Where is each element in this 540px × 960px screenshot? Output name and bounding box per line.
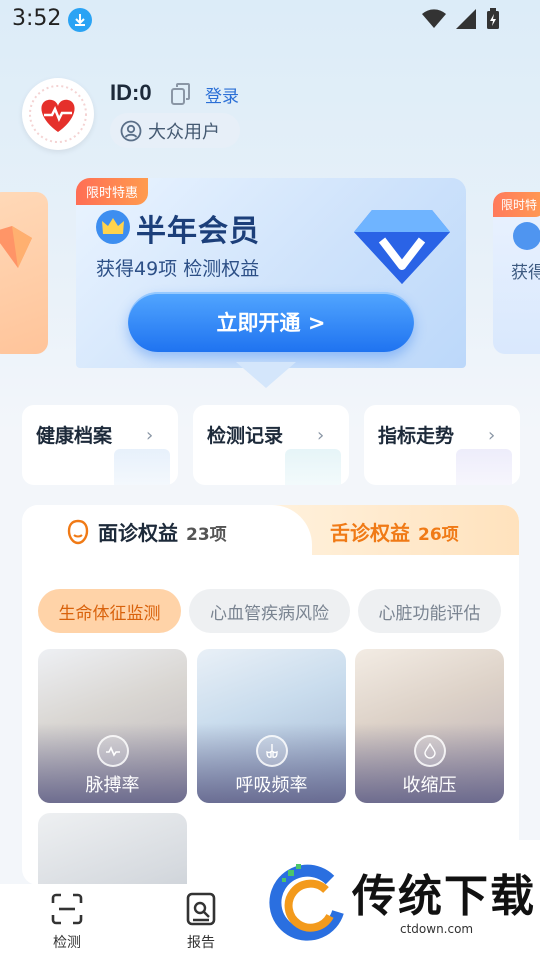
avatar[interactable] <box>22 78 94 150</box>
health-records-entry[interactable]: 健康档案 › <box>22 405 178 485</box>
indicator-trend-entry[interactable]: 指标走势 › <box>364 405 520 485</box>
card-pointer <box>236 362 296 388</box>
membership-card-next[interactable]: 限时特 获得 <box>493 192 540 354</box>
metric-card-respiration[interactable]: 呼吸频率 <box>197 649 346 803</box>
gem-icon <box>0 226 32 268</box>
lungs-icon <box>256 735 288 767</box>
chip-vital-signs[interactable]: 生命体征监测 <box>38 589 181 633</box>
test-records-entry[interactable]: 检测记录 › <box>193 405 349 485</box>
membership-card[interactable]: 限时特惠 半年会员 获得49项 检测权益 立即开通 > <box>76 178 466 368</box>
download-icon <box>68 8 92 32</box>
battery-icon <box>487 8 499 29</box>
heart-icon <box>29 85 87 143</box>
chevron-right-icon: › <box>317 425 325 446</box>
signal-icon <box>456 9 476 29</box>
side-card-text: 获得 <box>511 263 540 283</box>
quick-entry-label: 检测记录 <box>207 425 284 447</box>
membership-card-prev[interactable] <box>0 192 48 354</box>
membership-title: 半年会员 <box>136 214 260 249</box>
crown-icon <box>96 210 130 244</box>
limited-offer-tag: 限时特 <box>493 192 540 217</box>
metric-card-pulse[interactable]: 脉搏率 <box>38 649 187 803</box>
metric-card-systolic[interactable]: 收缩压 <box>355 649 504 803</box>
metric-label: 脉搏率 <box>85 775 140 796</box>
user-type-label: 大众用户 <box>148 121 220 143</box>
chevron-right-icon: › <box>488 425 496 446</box>
drop-icon <box>414 735 446 767</box>
nav-label: 报告 <box>187 935 215 951</box>
watermark: 传统下载 ctdown.com <box>260 840 540 960</box>
nav-label: 检测 <box>53 935 81 951</box>
watermark-url: ctdown.com <box>400 922 474 936</box>
benefits-panel: 面诊权益 23项 舌诊权益 26项 生命体征监测 心血管疾病风险 心脏功能评估 … <box>22 505 519 885</box>
watermark-logo <box>269 864 344 941</box>
bottom-nav: 检测 报告 <box>0 884 260 960</box>
report-icon <box>186 892 216 926</box>
quick-entry-label: 健康档案 <box>36 425 113 447</box>
face-tab-count: 23项 <box>186 525 227 545</box>
login-link[interactable]: 登录 <box>205 82 239 107</box>
metric-label: 呼吸频率 <box>235 775 308 796</box>
nav-detect[interactable]: 检测 <box>32 892 102 952</box>
membership-description: 获得49项 检测权益 <box>96 258 260 280</box>
face-icon <box>67 519 89 544</box>
watermark-title: 传统下载 <box>352 871 536 922</box>
tongue-tab-label: 舌诊权益 <box>330 521 410 545</box>
tongue-tab-count: 26项 <box>418 525 459 545</box>
chip-cardiovascular-risk[interactable]: 心血管疾病风险 <box>189 589 350 633</box>
user-icon <box>120 120 142 141</box>
status-bar: 3:52 <box>0 0 540 40</box>
tab-face-diagnosis[interactable]: 面诊权益 23项 <box>66 517 227 546</box>
limited-offer-tag: 限时特惠 <box>76 178 149 205</box>
crown-icon <box>513 222 540 250</box>
tab-tongue-diagnosis[interactable]: 舌诊权益 26项 <box>330 517 459 546</box>
status-time: 3:52 <box>12 6 62 31</box>
user-id: ID:0 <box>110 80 152 105</box>
quick-entry-label: 指标走势 <box>378 425 455 447</box>
metric-card-partial[interactable] <box>38 813 187 885</box>
face-tab-label: 面诊权益 <box>98 521 178 545</box>
indicator-trend-illustration <box>456 449 512 485</box>
chip-cardiac-function[interactable]: 心脏功能评估 <box>358 589 501 633</box>
metric-label: 收缩压 <box>402 775 457 796</box>
diamond-icon <box>354 210 450 284</box>
pulse-icon <box>97 735 129 767</box>
copy-icon[interactable] <box>170 82 192 106</box>
open-membership-button[interactable]: 立即开通 > <box>128 292 414 352</box>
wifi-icon <box>422 9 446 28</box>
test-records-illustration <box>285 449 341 485</box>
user-type-badge: 大众用户 <box>110 113 240 148</box>
health-records-illustration <box>114 449 170 485</box>
metric-photo <box>38 813 187 885</box>
scan-icon <box>51 893 83 925</box>
nav-report[interactable]: 报告 <box>166 892 236 952</box>
chevron-right-icon: › <box>146 425 154 446</box>
